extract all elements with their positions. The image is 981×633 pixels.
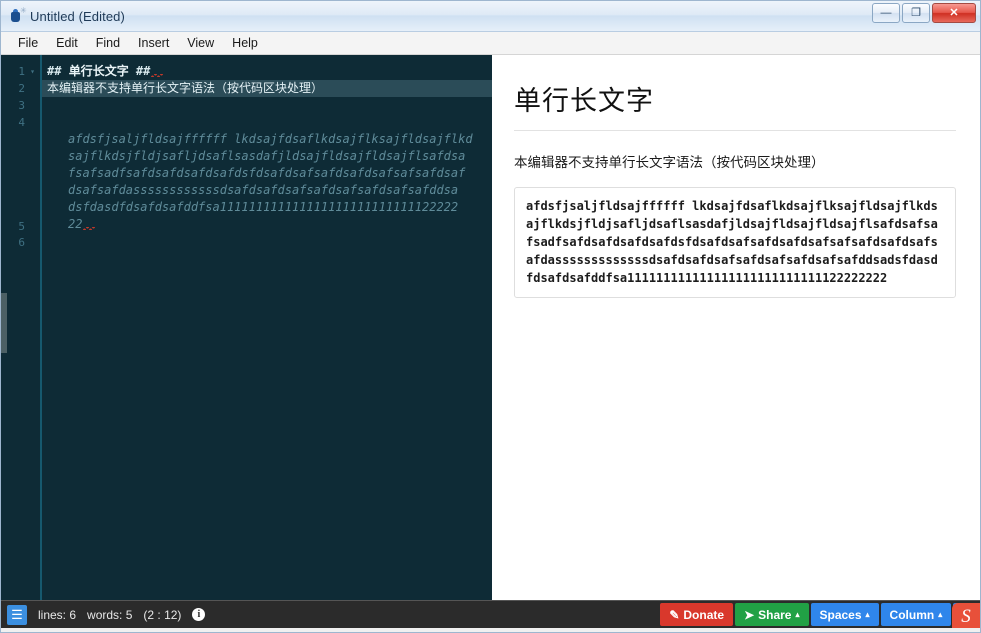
line-number-label: 3: [18, 99, 25, 112]
line-number-label: 4: [18, 116, 25, 129]
line-number-label: 2: [18, 82, 25, 95]
line-number: 4: [7, 114, 40, 131]
code-block-line: dsfdasdfdsafdsafddfsa1111111111111111111…: [68, 200, 459, 214]
preview-paragraph: 本编辑器不支持单行长文字语法（按代码区块处理）: [514, 155, 825, 170]
line-number-label: 1: [18, 65, 25, 78]
status-bar: ☰ lines: 6 words: 5 (2 : 12) i ✎ Donate …: [1, 600, 980, 628]
spaces-label: Spaces: [819, 607, 862, 622]
menu-item-edit[interactable]: Edit: [47, 34, 87, 52]
line-number-label: 5: [18, 220, 25, 233]
column-button[interactable]: Column ▴: [880, 603, 952, 626]
heading-hash-open: ##: [47, 64, 69, 78]
editor-preview-split: 1 ▾ 2 3 4 5 6 ## 单行长文字 ## 本编辑器不支持单行长文字语法…: [1, 55, 980, 600]
spellcheck-squiggle-icon: [151, 74, 164, 77]
line-number: 1 ▾: [7, 63, 40, 80]
share-button[interactable]: ➤ Share ▴: [735, 603, 809, 626]
heading-text: 单行长文字: [68, 64, 129, 78]
chevron-up-icon: ▴: [938, 610, 943, 619]
line-number-label: 6: [18, 236, 25, 249]
line-number: 6: [7, 234, 40, 251]
share-label: Share: [758, 607, 792, 622]
app-icon: ✳: [8, 7, 27, 24]
maximize-icon: ❐: [911, 6, 921, 19]
minimize-button[interactable]: —: [872, 3, 900, 23]
minimize-icon: —: [880, 6, 892, 19]
title-bar: ✳ Untitled (Edited) — ❐ ✕: [1, 1, 980, 32]
maximize-button[interactable]: ❐: [902, 3, 930, 23]
line-number: 2: [7, 80, 40, 97]
code-block-line: afdsfjsaljfldsajffffff lkdsajfdsaflkdsaj…: [68, 132, 473, 146]
donate-label: Donate: [683, 607, 725, 622]
close-icon: ✕: [949, 6, 959, 19]
close-button[interactable]: ✕: [932, 3, 976, 23]
editor-scrollbar[interactable]: [1, 55, 7, 600]
share-icon: ➤: [744, 607, 755, 622]
status-right-group: ✎ Donate ➤ Share ▴ Spaces ▴ Column ▴ ⚙: [660, 603, 980, 626]
line-number-gutter: 1 ▾ 2 3 4 5 6: [7, 55, 40, 600]
heading-hash-close: ##: [128, 64, 151, 78]
code-text-area[interactable]: ## 单行长文字 ## 本编辑器不支持单行长文字语法（按代码区块处理） afds…: [40, 55, 492, 600]
brand-logo: S: [952, 603, 980, 628]
menu-bar: File Edit Find Insert View Help: [1, 32, 980, 55]
words-count: words: 5: [87, 607, 133, 622]
code-block-region: afdsfjsaljfldsajffffff lkdsajfdsaflkdsaj…: [42, 131, 492, 233]
menu-item-file[interactable]: File: [9, 34, 47, 52]
donate-button[interactable]: ✎ Donate: [660, 603, 734, 626]
code-block-line: sajflkdsjfldjsafljdsaflsasdafjldsajfldsa…: [68, 149, 466, 163]
fold-toggle-icon[interactable]: ▾: [29, 67, 36, 76]
line-number: 3: [7, 97, 40, 114]
preview-heading: 单行长文字: [514, 79, 956, 131]
donate-icon: ✎: [669, 607, 680, 622]
menu-item-insert[interactable]: Insert: [129, 34, 178, 52]
menu-item-help[interactable]: Help: [223, 34, 267, 52]
window-controls: — ❐ ✕: [872, 3, 976, 23]
chevron-up-icon: ▴: [795, 610, 800, 619]
code-block-line: fsafsadfsafdsafdsafdsafdsfdsafdsafsafdsa…: [68, 166, 466, 180]
spaces-button[interactable]: Spaces ▴: [810, 603, 879, 626]
app-window: ✳ Untitled (Edited) — ❐ ✕ File Edit Find…: [0, 0, 981, 633]
chevron-up-icon: ▴: [865, 610, 870, 619]
lines-count: lines: 6: [38, 607, 77, 622]
window-title: Untitled (Edited): [30, 8, 125, 24]
line-number: 5: [7, 131, 40, 234]
code-line-heading: ## 单行长文字 ##: [42, 63, 492, 80]
status-left-group: ☰ lines: 6 words: 5 (2 : 12) i: [1, 604, 206, 625]
editor-scrollbar-thumb[interactable]: [1, 293, 7, 353]
code-block-line: dsafsafdassssssssssssdsafdsafdsafsafdsaf…: [68, 183, 459, 197]
code-block-tail-text: 22: [68, 217, 83, 231]
preview-pane: 单行长文字 本编辑器不支持单行长文字语法（按代码区块处理） afdsfjsalj…: [492, 55, 980, 600]
menu-item-view[interactable]: View: [178, 34, 223, 52]
document-icon[interactable]: ☰: [7, 604, 27, 625]
preview-code-block: afdsfjsaljfldsajffffff lkdsajfdsaflkdsaj…: [514, 187, 956, 299]
editor-pane[interactable]: 1 ▾ 2 3 4 5 6 ## 单行长文字 ## 本编辑器不支持单行长文字语法…: [1, 55, 492, 600]
window-bottom-edge: [1, 628, 980, 632]
code-block-line-last: 22: [47, 216, 492, 233]
menu-item-find[interactable]: Find: [87, 34, 129, 52]
info-icon[interactable]: i: [192, 608, 206, 621]
cursor-position: (2 : 12): [143, 607, 182, 622]
code-line-selected: 本编辑器不支持单行长文字语法（按代码区块处理）: [42, 80, 492, 97]
column-label: Column: [889, 607, 935, 622]
caret-marker-icon: [83, 227, 96, 230]
